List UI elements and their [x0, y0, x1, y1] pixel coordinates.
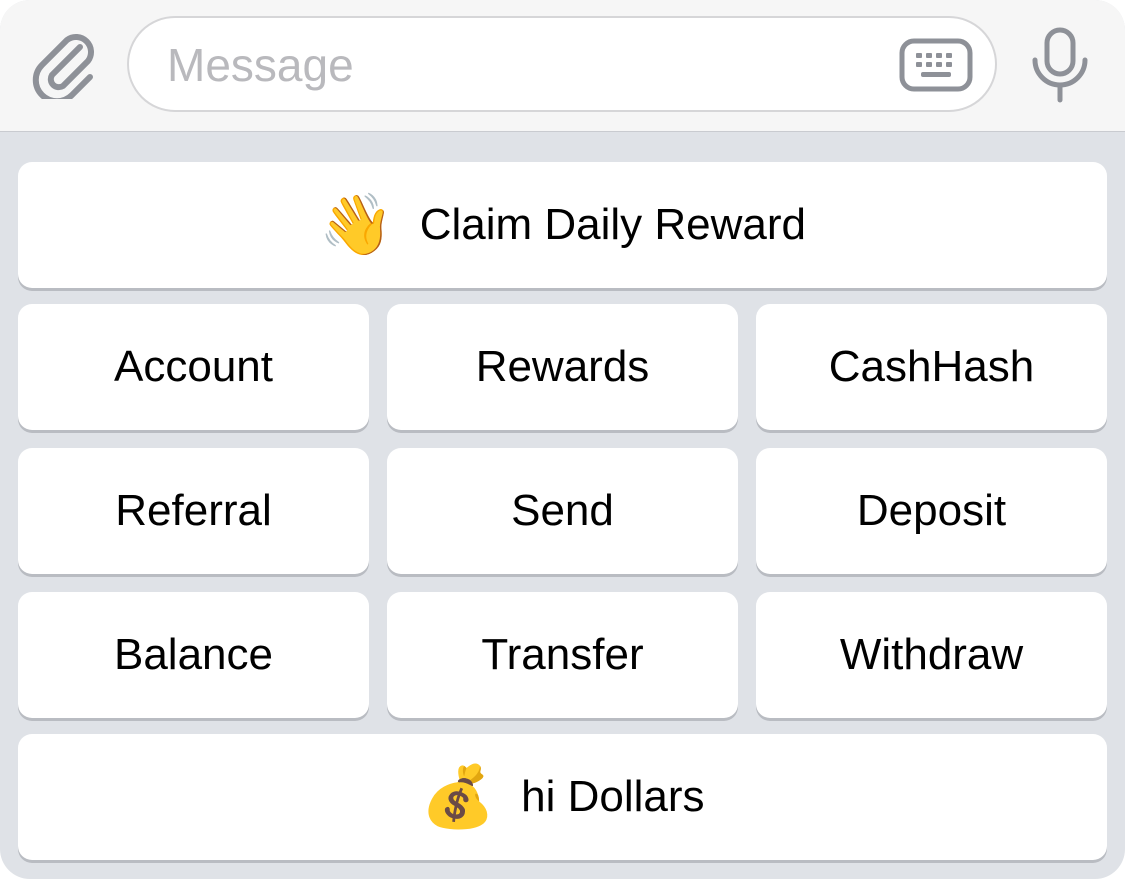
referral-label: Referral	[115, 486, 272, 535]
account-button[interactable]: Account	[18, 304, 369, 430]
cashhash-label: CashHash	[828, 342, 1035, 391]
send-label: Send	[511, 486, 614, 535]
balance-label: Balance	[113, 630, 273, 679]
hi-dollars-label: hi Dollars	[521, 772, 705, 821]
balance-button[interactable]: Balance	[18, 592, 369, 718]
reply-keyboard: 👋 Claim Daily Reward Account Rewards Cas…	[0, 132, 1125, 879]
bot-keyboard-screen: Message 👋 Claim Daily Reward Account Rew…	[0, 0, 1125, 879]
microphone-icon[interactable]	[1028, 26, 1092, 104]
waving-hand-icon: 👋	[318, 191, 394, 258]
cashhash-button[interactable]: CashHash	[756, 304, 1107, 430]
message-placeholder: Message	[167, 39, 354, 91]
withdraw-label: Withdraw	[839, 630, 1024, 679]
keyboard-icon[interactable]	[899, 38, 973, 92]
rewards-button[interactable]: Rewards	[387, 304, 738, 430]
paperclip-icon[interactable]	[30, 27, 100, 99]
deposit-label: Deposit	[856, 486, 1007, 535]
hi-dollars-button[interactable]: 💰 hi Dollars	[18, 734, 1107, 860]
message-field[interactable]: Message	[127, 16, 997, 112]
transfer-label: Transfer	[481, 630, 644, 679]
withdraw-button[interactable]: Withdraw	[756, 592, 1107, 718]
account-label: Account	[114, 342, 273, 391]
referral-button[interactable]: Referral	[18, 448, 369, 574]
rewards-label: Rewards	[475, 342, 650, 391]
claim-daily-reward-button[interactable]: 👋 Claim Daily Reward	[18, 162, 1107, 288]
message-input-bar: Message	[0, 0, 1125, 132]
send-button[interactable]: Send	[387, 448, 738, 574]
deposit-button[interactable]: Deposit	[756, 448, 1107, 574]
transfer-button[interactable]: Transfer	[387, 592, 738, 718]
claim-daily-reward-label: Claim Daily Reward	[419, 200, 807, 249]
money-bag-icon: 💰	[420, 763, 496, 830]
